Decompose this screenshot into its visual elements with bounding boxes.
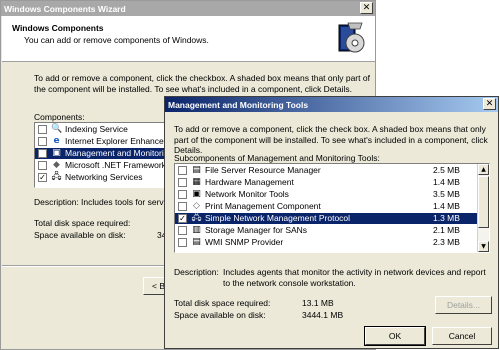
list-item[interactable]: ▤ WMI SNMP Provider 2.3 MB xyxy=(175,237,489,248)
dotnet-icon: ◆ xyxy=(53,160,60,170)
scroll-down-icon[interactable]: ▼ xyxy=(478,241,489,252)
component-label: Networking Services xyxy=(65,172,143,182)
subcomponent-label: Network Monitor Tools xyxy=(205,189,289,199)
dialog-title: Management and Monitoring Tools xyxy=(168,99,309,110)
subcomponent-size: 1.4 MB xyxy=(433,177,460,187)
snmp-icon: 🖧 xyxy=(191,213,202,223)
component-checkbox[interactable] xyxy=(38,149,47,158)
list-item[interactable]: ▤ File Server Resource Manager 2.5 MB xyxy=(175,165,489,176)
subcomponent-size: 1.3 MB xyxy=(433,213,460,223)
windows-components-icon xyxy=(336,19,366,57)
subcomponents-scrollbar[interactable]: ▲ ▼ xyxy=(477,164,489,252)
printer-icon: ◇ xyxy=(193,201,200,211)
subcomponent-label: Hardware Management xyxy=(205,177,294,187)
network-icon: 🖧 xyxy=(51,172,62,182)
subcomponent-checkbox[interactable]: ✓ xyxy=(178,214,187,223)
component-checkbox[interactable] xyxy=(38,161,47,170)
dialog-disk-required-value: 13.1 MB xyxy=(302,298,334,308)
list-item[interactable]: ◆ Microsoft .NET Framework 2 xyxy=(35,160,168,171)
close-icon[interactable]: ✕ xyxy=(483,98,496,110)
monitor-icon: ▣ xyxy=(52,148,61,158)
dialog-description-label: Description: xyxy=(174,267,219,277)
subcomponent-size: 2.3 MB xyxy=(433,237,460,247)
network-monitor-icon: ▣ xyxy=(192,189,201,199)
scroll-up-icon[interactable]: ▲ xyxy=(478,164,489,175)
subcomponent-checkbox[interactable] xyxy=(178,226,187,235)
storage-icon: ▥ xyxy=(192,225,201,235)
subcomponent-size: 3.5 MB xyxy=(433,189,460,199)
wizard-header-subtitle: You can add or remove components of Wind… xyxy=(24,35,209,45)
component-label: Internet Explorer Enhanced xyxy=(65,136,169,146)
component-checkbox[interactable] xyxy=(38,125,47,134)
wizard-header-title: Windows Components xyxy=(12,23,104,33)
dialog-disk-available-value: 3444.1 MB xyxy=(302,310,344,320)
subcomponent-checkbox[interactable] xyxy=(178,166,187,175)
component-label: Indexing Service xyxy=(65,124,128,134)
subcomponent-checkbox[interactable] xyxy=(178,178,187,187)
wizard-titlebar[interactable]: Windows Components Wizard xyxy=(1,1,375,16)
list-item[interactable]: ▣ Network Monitor Tools 3.5 MB xyxy=(175,189,489,200)
dialog-instruction: To add or remove a component, click the … xyxy=(174,124,488,155)
wizard-instruction: To add or remove a component, click the … xyxy=(34,73,370,94)
list-item[interactable]: ✓ 🖧 Simple Network Management Protocol 1… xyxy=(175,213,489,224)
magnifier-icon: 🔍 xyxy=(51,124,63,134)
subcomponent-label: Print Management Component xyxy=(205,201,321,211)
dialog-disk-available-label: Space available on disk: xyxy=(174,310,266,320)
component-checkbox[interactable] xyxy=(38,137,47,146)
list-item[interactable]: ▥ Storage Manager for SANs 2.1 MB xyxy=(175,225,489,236)
scrollbar-thumb[interactable] xyxy=(478,176,489,228)
subcomponent-size: 2.1 MB xyxy=(433,225,460,235)
list-item[interactable]: ▦ Hardware Management 1.4 MB xyxy=(175,177,489,188)
component-label: Management and Monitoring xyxy=(65,148,169,158)
component-checkbox[interactable]: ✓ xyxy=(38,173,47,182)
wizard-title: Windows Components Wizard xyxy=(4,3,126,14)
wizard-header: Windows Components You can add or remove… xyxy=(2,16,375,62)
component-label: Microsoft .NET Framework 2 xyxy=(65,160,169,170)
hardware-icon: ▦ xyxy=(192,177,201,187)
subcomponents-label: Subcomponents of Management and Monitori… xyxy=(174,153,380,163)
wizard-disk-required-label: Total disk space required: xyxy=(34,218,131,228)
subcomponent-checkbox[interactable] xyxy=(178,190,187,199)
wizard-close-button[interactable]: ✕ xyxy=(360,2,373,14)
management-monitoring-dialog: Management and Monitoring Tools ✕ To add… xyxy=(164,96,499,349)
list-item[interactable]: 🔍 Indexing Service xyxy=(35,124,168,135)
subcomponent-size: 1.4 MB xyxy=(433,201,460,211)
details-button[interactable]: Details... xyxy=(435,296,492,314)
file-server-icon: ▤ xyxy=(192,165,201,175)
subcomponents-list[interactable]: ▤ File Server Resource Manager 2.5 MB ▦ … xyxy=(174,163,490,253)
wizard-components-label: Components: xyxy=(34,112,85,122)
dialog-titlebar[interactable]: Management and Monitoring Tools xyxy=(165,97,498,112)
subcomponent-checkbox[interactable] xyxy=(178,202,187,211)
wmi-icon: ▤ xyxy=(192,237,201,247)
subcomponent-label: Simple Network Management Protocol xyxy=(205,213,351,223)
subcomponent-label: File Server Resource Manager xyxy=(205,165,321,175)
wizard-disk-available-label: Space available on disk: xyxy=(34,230,126,240)
list-item[interactable]: ◇ Print Management Component 1.4 MB xyxy=(175,201,489,212)
wizard-components-list[interactable]: 🔍 Indexing Service e Internet Explorer E… xyxy=(34,122,169,188)
wizard-description-label: Description: xyxy=(34,197,79,207)
subcomponent-size: 2.5 MB xyxy=(433,165,460,175)
list-item[interactable]: ▣ Management and Monitoring xyxy=(35,148,168,159)
internet-explorer-icon: e xyxy=(53,136,60,146)
dialog-description-text: Includes agents that monitor the activit… xyxy=(223,267,486,288)
subcomponent-label: WMI SNMP Provider xyxy=(205,237,284,247)
cancel-button[interactable]: Cancel xyxy=(432,327,492,345)
subcomponent-label: Storage Manager for SANs xyxy=(205,225,308,235)
subcomponent-checkbox[interactable] xyxy=(178,238,187,247)
list-item[interactable]: e Internet Explorer Enhanced xyxy=(35,136,168,147)
list-item[interactable]: ✓ 🖧 Networking Services xyxy=(35,172,168,183)
wizard-description-text: Includes tools for serv xyxy=(81,197,164,207)
dialog-disk-required-label: Total disk space required: xyxy=(174,298,271,308)
ok-button[interactable]: OK xyxy=(364,326,426,346)
